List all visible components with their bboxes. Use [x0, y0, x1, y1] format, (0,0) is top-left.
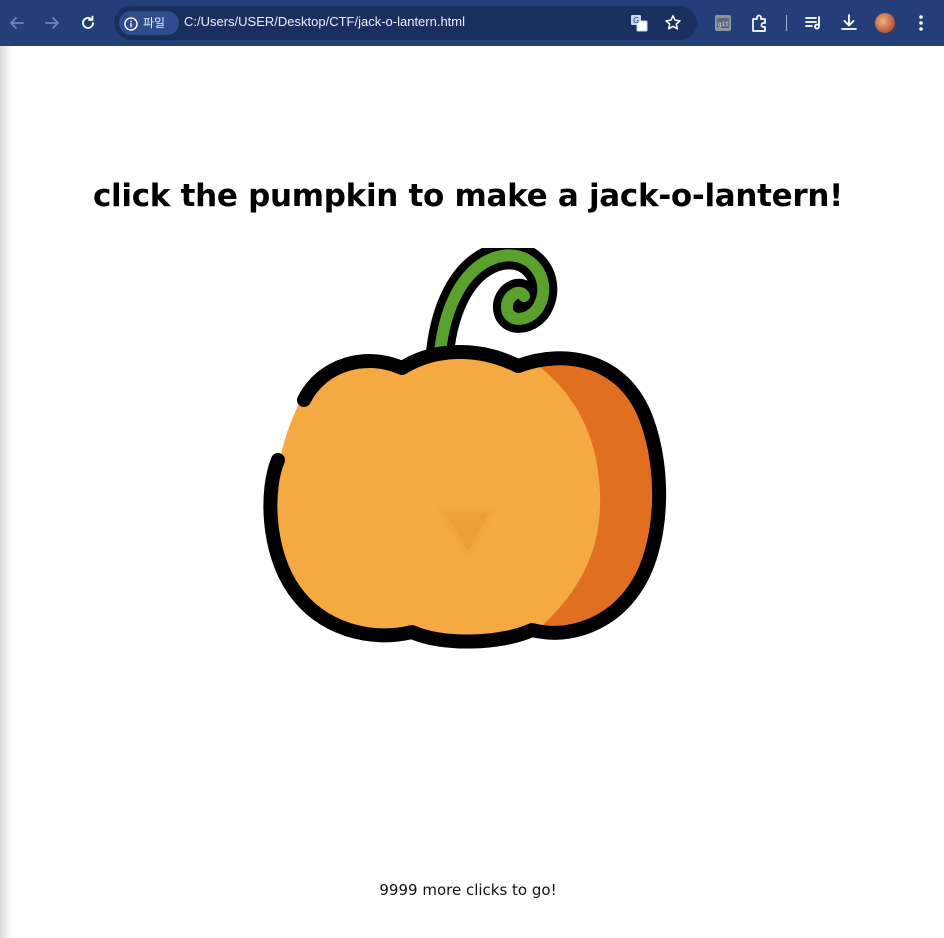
extension-badge-icon[interactable]: git: [714, 14, 732, 36]
clicks-remaining-text: 9999 more clicks to go!: [379, 881, 557, 899]
browser-toolbar: 파일 C:/Users/USER/Desktop/CTF/jack-o-lant…: [0, 0, 944, 46]
forward-arrow-icon: [44, 15, 60, 31]
reload-icon: [80, 15, 96, 31]
info-icon: [124, 16, 138, 35]
reading-list-icon[interactable]: [804, 13, 824, 37]
svg-text:git: git: [718, 21, 729, 28]
avatar-icon[interactable]: [875, 13, 895, 33]
address-bar[interactable]: 파일 C:/Users/USER/Desktop/CTF/jack-o-lant…: [114, 6, 697, 40]
pumpkin-icon: [263, 248, 667, 649]
reload-button[interactable]: [72, 7, 104, 39]
puzzle-icon[interactable]: [750, 13, 770, 37]
url-text[interactable]: C:/Users/USER/Desktop/CTF/jack-o-lantern…: [184, 14, 465, 29]
toolbar-separator: [786, 15, 787, 31]
svg-text:G: G: [633, 16, 639, 25]
star-icon[interactable]: [664, 14, 682, 36]
pumpkin-button[interactable]: [262, 248, 674, 650]
translate-icon[interactable]: G: [630, 14, 648, 36]
download-icon[interactable]: [839, 13, 859, 37]
back-button[interactable]: [1, 7, 33, 39]
page-headline: click the pumpkin to make a jack-o-lante…: [92, 178, 844, 214]
site-info-label: 파일: [143, 16, 166, 30]
back-arrow-icon: [9, 15, 25, 31]
forward-button[interactable]: [36, 7, 68, 39]
kebab-menu-icon[interactable]: [911, 13, 931, 37]
